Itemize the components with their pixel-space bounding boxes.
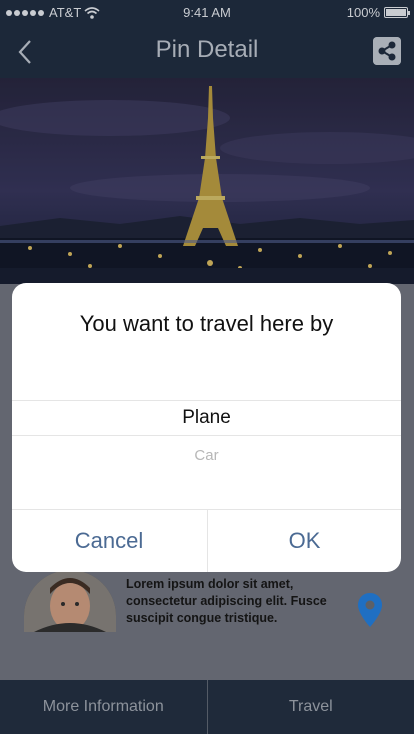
battery-percent: 100% xyxy=(346,5,380,20)
nav-bar: Pin Detail xyxy=(0,26,414,78)
pin-description: Lorem ipsum dolor sit amet, consectetur … xyxy=(126,577,327,625)
picker-top-divider xyxy=(12,400,401,401)
dialog-title: You want to travel here by xyxy=(79,311,334,336)
page-title: Pin Detail xyxy=(155,36,259,63)
ok-button[interactable]: OK xyxy=(207,510,401,572)
picker-bottom-divider xyxy=(12,435,401,436)
bottom-tab-bar: More Information Travel xyxy=(0,680,414,734)
picker-option-car[interactable]: Car xyxy=(12,447,401,464)
battery-icon xyxy=(384,7,410,18)
status-bar: AT&T 9:41 AM 100% xyxy=(0,0,414,26)
travel-mode-dialog: You want to travel here by Plane Car Can… xyxy=(12,283,401,572)
cancel-button[interactable]: Cancel xyxy=(12,510,206,572)
battery-group: 100% xyxy=(346,5,410,20)
hero-image xyxy=(0,78,414,284)
more-information-button[interactable]: More Information xyxy=(0,680,207,734)
map-pin-icon[interactable] xyxy=(356,592,384,628)
picker-option-plane[interactable]: Plane xyxy=(12,407,401,429)
share-icon[interactable] xyxy=(373,37,401,65)
travel-button[interactable]: Travel xyxy=(206,680,414,734)
